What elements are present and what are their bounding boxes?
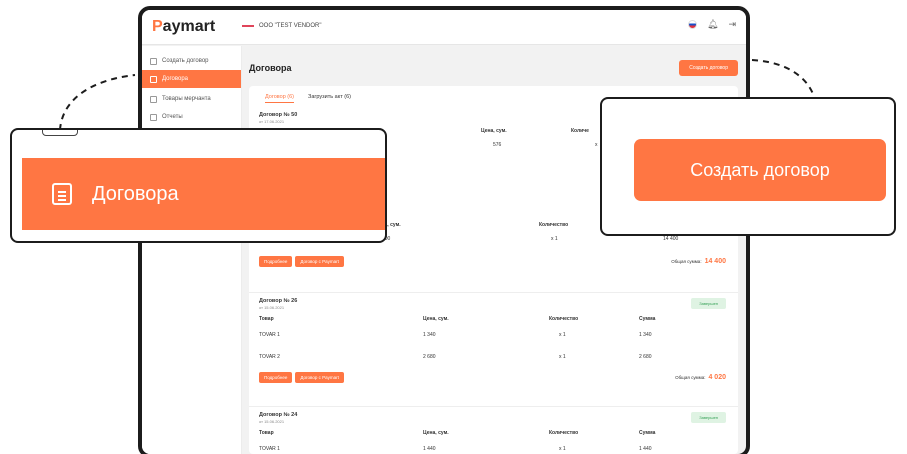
vendor-indicator bbox=[242, 25, 254, 27]
document-icon bbox=[52, 183, 72, 205]
paymart-contract-button[interactable]: Договор с Paymart bbox=[295, 256, 344, 267]
divider bbox=[249, 406, 738, 407]
logo[interactable]: Paymart bbox=[152, 18, 215, 36]
bell-icon[interactable]: 🔔︎ bbox=[707, 20, 718, 29]
contract-card: Договор № 26 от 15.06.2021 Завершен Това… bbox=[259, 298, 732, 398]
contract-actions: Подробнее Договор с Paymart bbox=[259, 256, 344, 267]
language-flag-icon[interactable] bbox=[688, 20, 698, 29]
contract-card: Договор № 24 от 15.06.2021 Завершен Това… bbox=[259, 412, 732, 454]
details-button[interactable]: Подробнее bbox=[259, 372, 293, 383]
stage: Paymart OOO "TEST VENDOR" 🔔︎ ⇥ Создать д… bbox=[0, 0, 907, 454]
zoomed-label: Договора bbox=[92, 182, 179, 205]
zoomed-sidebar-item-contracts[interactable]: Договора bbox=[22, 158, 385, 230]
sidebar: Создать договор Договора Товары мерчанта… bbox=[142, 46, 242, 454]
sidebar-item-merchant-products[interactable]: Товары мерчанта bbox=[142, 90, 241, 108]
contract-total: Общая сумма: 14 400 bbox=[671, 258, 726, 265]
paymart-contract-button[interactable]: Договор с Paymart bbox=[295, 372, 344, 383]
vendor-selector[interactable]: OOO "TEST VENDOR" bbox=[242, 23, 322, 29]
tab-upload-act[interactable]: Загрузить акт (6) bbox=[308, 94, 351, 103]
contract-title: Договор № 26 bbox=[259, 298, 298, 304]
zoom-callout-create-contract: Создать договор bbox=[600, 97, 896, 236]
logout-icon[interactable]: ⇥ bbox=[728, 20, 736, 29]
contract-date: от 15.06.2021 bbox=[259, 419, 285, 424]
status-badge: Завершен bbox=[691, 298, 726, 309]
page-title: Договора bbox=[249, 63, 292, 73]
tabs: Договор (6) Загрузить акт (6) bbox=[265, 94, 351, 103]
sidebar-item-reports[interactable]: Отчеты bbox=[142, 108, 241, 126]
chart-icon bbox=[150, 113, 157, 121]
create-contract-button[interactable]: Создать договор bbox=[679, 60, 738, 76]
sidebar-item-contracts[interactable]: Договора bbox=[142, 70, 241, 88]
box-icon bbox=[150, 95, 157, 103]
top-bar: Paymart OOO "TEST VENDOR" 🔔︎ ⇥ bbox=[142, 10, 746, 45]
tab-hint bbox=[42, 130, 78, 136]
tab-contracts[interactable]: Договор (6) bbox=[265, 94, 295, 103]
contract-title: Договор № 24 bbox=[259, 412, 298, 418]
top-icons: 🔔︎ ⇥ bbox=[688, 20, 736, 29]
status-badge: Завершен bbox=[691, 412, 726, 423]
sidebar-item-create-contract[interactable]: Создать договор bbox=[142, 52, 241, 70]
contract-total: Общая сумма: 4 020 bbox=[675, 374, 726, 381]
document-icon bbox=[150, 75, 157, 83]
contract-date: от 15.06.2021 bbox=[259, 305, 285, 310]
zoomed-create-contract-button[interactable]: Создать договор bbox=[634, 139, 886, 201]
plus-box-icon bbox=[150, 57, 157, 65]
zoom-callout-contracts: Договора bbox=[10, 128, 387, 243]
contract-actions: Подробнее Договор с Paymart bbox=[259, 372, 344, 383]
details-button[interactable]: Подробнее bbox=[259, 256, 293, 267]
divider bbox=[249, 292, 738, 293]
